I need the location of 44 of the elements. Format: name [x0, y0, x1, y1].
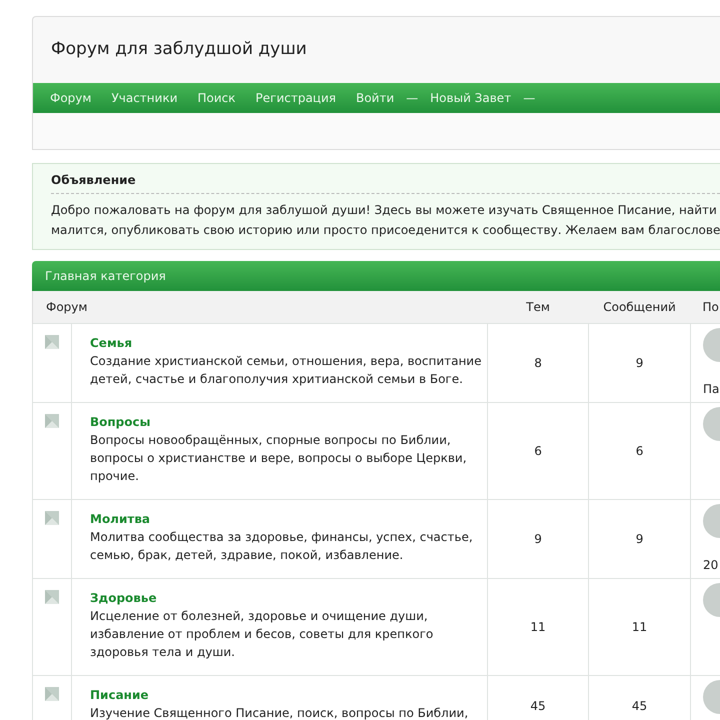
- forum-description: Исцеление от болезней, здоровье и очищение души, избавление от проблем и бесов, советы для крепкого здоровья тела и души.: [90, 608, 434, 660]
- column-header: Сообщений: [588, 291, 691, 323]
- column-header: Форум: [32, 291, 488, 323]
- nav-link[interactable]: Новый Завет: [430, 89, 512, 107]
- topics-count: 8: [534, 356, 542, 370]
- announcement-title: Объявление: [51, 171, 720, 194]
- nav-link[interactable]: Регистрация: [256, 89, 336, 107]
- nav-separator: —: [406, 90, 418, 107]
- forum-link[interactable]: Писание: [90, 686, 484, 704]
- posts-count: 11: [632, 620, 648, 634]
- nav-link[interactable]: Форум: [50, 89, 92, 107]
- nav-link[interactable]: Поиск: [198, 89, 236, 107]
- site-title: Форум для заблудшой души: [51, 38, 307, 62]
- nav-link[interactable]: Войти: [356, 89, 394, 107]
- posts-count: 9: [636, 532, 644, 546]
- posts-count: 6: [636, 444, 644, 458]
- forum-status-icon: [45, 334, 59, 348]
- forum-status-icon: [45, 590, 59, 604]
- last-post-text: Па: [703, 380, 720, 398]
- column-header: По: [690, 291, 720, 323]
- forum-link[interactable]: Вопросы: [90, 412, 484, 430]
- forum-status-icon: [45, 686, 59, 700]
- posts-count: 45: [632, 698, 648, 712]
- forum-description: Вопросы новообращённых, спорные вопросы по Библии, вопросы о христианстве и вере, вопросы о выборе Церкви, прочие.: [90, 432, 468, 484]
- column-header: Тем: [488, 291, 589, 323]
- topics-count: 6: [534, 444, 542, 458]
- forum-status-icon: [45, 510, 59, 524]
- topics-count: 11: [530, 620, 546, 634]
- forum-link[interactable]: Здоровье: [90, 588, 484, 606]
- topics-count: 9: [534, 532, 542, 546]
- forum-link[interactable]: Семья: [90, 334, 484, 352]
- nav-separator: —: [523, 90, 536, 107]
- last-post-text: 20: [703, 556, 720, 574]
- forum-description: Молитва сообщества за здоровье, финансы, успех, счастье, семью, брак, детей, здравие, покой, избавление.: [90, 528, 474, 564]
- forum-link[interactable]: Молитва: [90, 510, 484, 528]
- forum-description: Создание христианской семьи, отношения, вера, воспитание детей, счастье и благополучия хритианской семьи в Боге.: [90, 352, 482, 388]
- announcement-text: Добро пожаловать на форум для заблушой души! Здесь вы можете изучать Священное Писание, найти: [51, 202, 718, 219]
- forum-status-icon: [45, 414, 59, 428]
- category-title: Главная категория: [45, 268, 166, 285]
- forum-description: Изучение Священного Писание, поиск, вопросы по Библии,: [90, 704, 470, 720]
- announcement-text: малится, опубликовать свою историю или просто присоеденится к сообществу. Желаем вам благослове: [51, 222, 720, 239]
- topics-count: 45: [530, 698, 546, 712]
- nav-link[interactable]: Участники: [111, 89, 178, 107]
- posts-count: 9: [636, 356, 644, 370]
